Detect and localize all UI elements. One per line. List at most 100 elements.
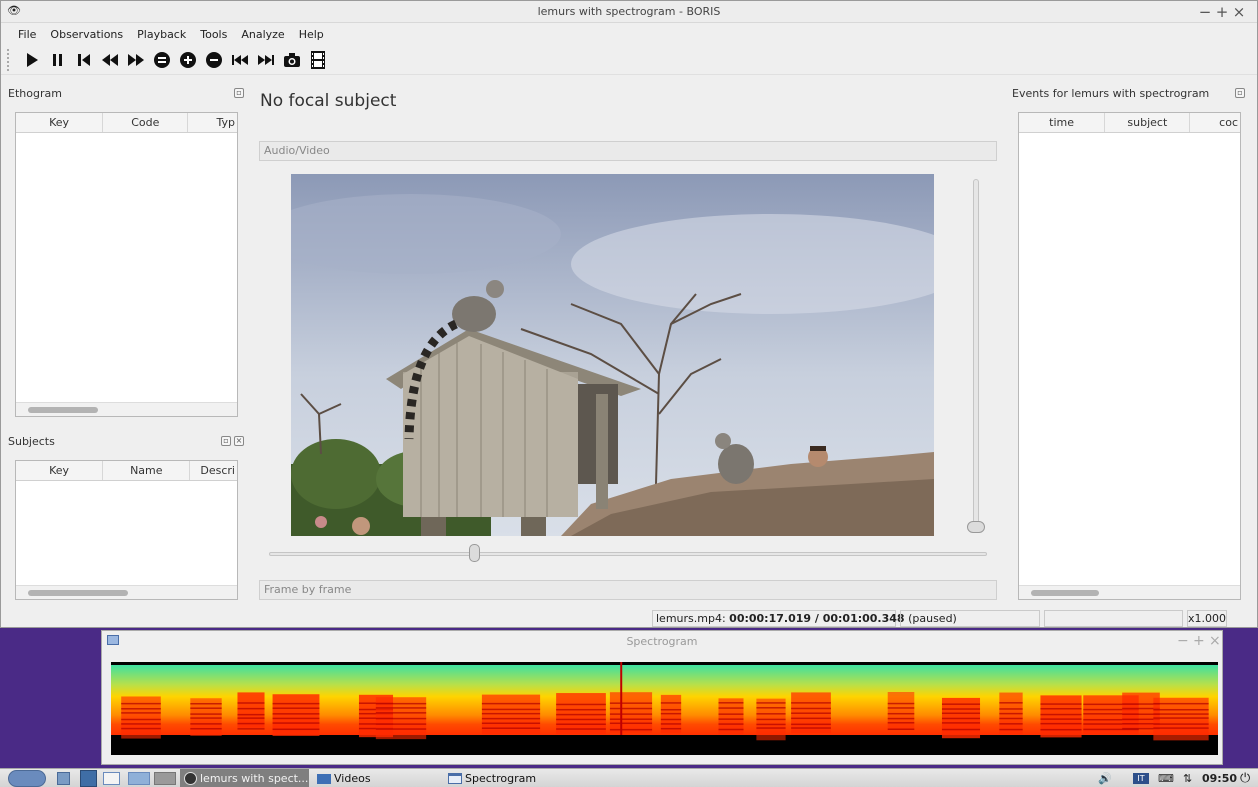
menu-observations[interactable]: Observations <box>43 28 130 41</box>
pause-button[interactable] <box>45 47 71 73</box>
column-time[interactable]: time <box>1019 113 1106 132</box>
events-scroll-thumb[interactable] <box>1031 590 1099 596</box>
snapshot-button[interactable] <box>279 47 305 73</box>
fast-forward-icon <box>128 53 144 66</box>
taskbar-videos[interactable]: Videos <box>316 769 371 787</box>
subjects-scrollbar[interactable] <box>16 585 237 599</box>
menu-help[interactable]: Help <box>292 28 331 41</box>
playback-speed-status: x1.000 <box>1187 610 1227 627</box>
spectrogram-window: Spectrogram − + × <box>101 630 1223 765</box>
column-description[interactable]: Descri <box>190 461 237 480</box>
column-name[interactable]: Name <box>103 461 191 480</box>
speed-up-button[interactable] <box>175 47 201 73</box>
events-table[interactable]: time subject coc <box>1018 112 1241 600</box>
settings-icon[interactable] <box>80 770 97 787</box>
column-code[interactable]: coc <box>1190 113 1240 132</box>
menu-analyze[interactable]: Analyze <box>234 28 291 41</box>
close-button[interactable]: × <box>1231 3 1247 21</box>
video-frame[interactable] <box>291 174 934 536</box>
snapshot-icon <box>284 52 300 67</box>
power-icon[interactable]: ⏻ <box>1240 769 1250 787</box>
subjects-close-button[interactable]: × <box>234 436 244 446</box>
spectrogram-title: Spectrogram <box>626 635 698 648</box>
toolbar <box>1 45 1257 75</box>
focal-subject-label: No focal subject <box>260 91 397 111</box>
column-code[interactable]: Code <box>103 113 189 132</box>
speed-down-button[interactable] <box>201 47 227 73</box>
ethogram-table[interactable]: Key Code Typ <box>15 112 238 417</box>
skip-back-icon <box>78 53 90 66</box>
speed-reset-icon <box>154 51 170 68</box>
keyboard-icon[interactable]: ⌨ <box>1158 769 1174 787</box>
main-window: 👁 lemurs with spectrogram - BORIS − + × … <box>0 0 1258 628</box>
taskbar-spectrogram[interactable]: Spectrogram <box>447 769 536 787</box>
subjects-table[interactable]: Key Name Descri <box>15 460 238 600</box>
status-field <box>1044 610 1183 627</box>
previous-media-button[interactable] <box>227 47 253 73</box>
maximize-button[interactable]: + <box>1214 3 1230 21</box>
menu-playback[interactable]: Playback <box>130 28 193 41</box>
ethogram-title: Ethogram <box>8 87 62 100</box>
column-subject[interactable]: subject <box>1105 113 1191 132</box>
menu-tools[interactable]: Tools <box>193 28 234 41</box>
previous-media-icon <box>232 54 248 65</box>
video-position-slider[interactable] <box>269 552 987 556</box>
title-bar: 👁 lemurs with spectrogram - BORIS − + × <box>1 1 1257 23</box>
frame-by-frame-icon <box>311 50 325 69</box>
spectrogram-maximize-button[interactable]: + <box>1193 633 1205 649</box>
volume-slider-handle[interactable] <box>967 521 985 533</box>
spectrogram-plot[interactable] <box>111 662 1218 755</box>
play-button[interactable] <box>19 47 45 73</box>
spectrogram-minimize-button[interactable]: − <box>1177 633 1189 649</box>
taskbar-boris[interactable]: lemurs with spect... <box>180 769 309 787</box>
volume-icon[interactable]: 🔊 <box>1098 769 1112 787</box>
boris-icon <box>184 772 197 785</box>
taskbar: lemurs with spect... Videos Spectrogram … <box>0 768 1258 787</box>
network-icon[interactable]: ⇅ <box>1183 769 1192 787</box>
clock: 09:50 <box>1202 772 1238 785</box>
column-key[interactable]: Key <box>16 113 104 132</box>
next-media-button[interactable] <box>253 47 279 73</box>
file-manager-icon[interactable] <box>57 772 70 785</box>
events-scrollbar[interactable] <box>1019 585 1240 599</box>
audio-video-groupbox: Audio/Video <box>259 141 997 161</box>
column-key[interactable]: Key <box>16 461 104 480</box>
next-media-icon <box>258 54 274 65</box>
spectrogram-close-button[interactable]: × <box>1209 633 1221 649</box>
rewind-icon <box>102 53 118 66</box>
status-file: lemurs.mp4: <box>656 612 726 625</box>
video-position-handle[interactable] <box>468 544 480 562</box>
spectrogram-cursor <box>620 662 623 735</box>
subjects-scroll-thumb[interactable] <box>28 590 128 596</box>
ethogram-scroll-thumb[interactable] <box>28 407 98 413</box>
show-desktop-icon[interactable] <box>103 772 120 785</box>
spectrogram-image <box>111 662 1218 755</box>
frame-by-frame-button[interactable] <box>305 47 331 73</box>
ethogram-float-button[interactable]: ▫ <box>234 88 244 98</box>
subjects-float-button[interactable]: ▫ <box>221 436 231 446</box>
minimize-button[interactable]: − <box>1197 3 1213 21</box>
pause-icon <box>53 53 62 66</box>
ethogram-scrollbar[interactable] <box>16 402 237 416</box>
subjects-header: Key Name Descri <box>16 461 237 481</box>
events-float-button[interactable]: ▫ <box>1235 88 1245 98</box>
play-icon <box>27 52 38 67</box>
keyboard-layout-icon[interactable]: IT <box>1133 773 1149 784</box>
menu-file[interactable]: File <box>11 28 43 41</box>
events-header: time subject coc <box>1019 113 1240 133</box>
taskbar-item-label: Spectrogram <box>465 772 537 785</box>
toolbar-grip[interactable] <box>7 48 13 71</box>
column-type[interactable]: Typ <box>188 113 237 132</box>
start-menu-button[interactable] <box>8 770 46 787</box>
status-field <box>900 610 1040 627</box>
speed-reset-button[interactable] <box>149 47 175 73</box>
window-icon <box>448 773 462 784</box>
workspace-1[interactable] <box>128 772 150 785</box>
ethogram-header: Key Code Typ <box>16 113 237 133</box>
volume-slider-track[interactable] <box>973 179 979 529</box>
workspace-2[interactable] <box>154 772 176 785</box>
rewind-button[interactable] <box>97 47 123 73</box>
status-time: 00:00:17.019 / 00:01:00.348 <box>729 612 905 625</box>
fast-forward-button[interactable] <box>123 47 149 73</box>
skip-back-button[interactable] <box>71 47 97 73</box>
